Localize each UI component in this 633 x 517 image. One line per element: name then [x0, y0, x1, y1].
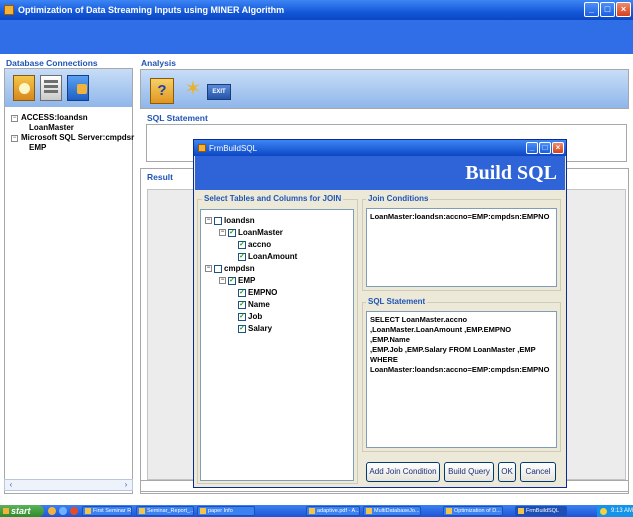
dialog-title-bar[interactable]: FrmBuildSQL _ □ ×: [194, 140, 566, 156]
task-multidatabase[interactable]: MultiDatabaseJo...: [363, 506, 421, 516]
collapse-icon[interactable]: −: [205, 265, 212, 272]
quick-launch: [48, 507, 78, 515]
dialog-minimize-button[interactable]: _: [526, 142, 538, 154]
checkbox-emp[interactable]: ✓: [228, 276, 236, 285]
db-tree: − ACCESS:loandsn LoanMaster − Microsoft …: [11, 113, 134, 153]
export-database-icon[interactable]: [67, 75, 89, 101]
header-band: [0, 20, 633, 54]
maximize-button[interactable]: □: [600, 2, 615, 17]
collapse-icon[interactable]: −: [205, 217, 212, 224]
checkbox-job[interactable]: ✓: [238, 312, 246, 321]
checkbox-cmpdsn[interactable]: [214, 264, 222, 273]
database-list-icon[interactable]: [40, 75, 62, 101]
checkbox-empno[interactable]: ✓: [238, 288, 246, 297]
task-adaptive-pdf[interactable]: adaptive.pdf - A...: [306, 506, 360, 516]
checkbox-name[interactable]: ✓: [238, 300, 246, 309]
task-optimization[interactable]: Optimization of D...: [443, 506, 503, 516]
add-join-condition-button[interactable]: Add Join Condition: [366, 462, 440, 482]
checkbox-loandsn[interactable]: [214, 216, 222, 225]
main-title-bar[interactable]: Optimization of Data Streaming Inputs us…: [0, 0, 633, 20]
tree-node-access[interactable]: − ACCESS:loandsn: [11, 113, 134, 123]
checkbox-salary[interactable]: ✓: [238, 324, 246, 333]
join-conditions-textbox[interactable]: LoanMaster:loandsn:accno=EMP:cmpdsn:EMPN…: [366, 208, 557, 287]
sql-statement-label: SQL Statement: [147, 113, 208, 123]
join-group-label: Join Conditions: [366, 194, 431, 203]
sql-statement-textbox[interactable]: SELECT LoanMaster.accno ,LoanMaster.Loan…: [366, 311, 557, 448]
build-sql-dialog: FrmBuildSQL _ □ × Build SQL Select Table…: [193, 139, 567, 488]
collapse-icon[interactable]: −: [11, 114, 18, 122]
minimize-button[interactable]: _: [584, 2, 599, 17]
system-tray-clock: 9:13 AM: [597, 505, 633, 517]
tree-node-sqlserver[interactable]: − Microsoft SQL Server:cmpdsr: [11, 133, 134, 143]
dialog-maximize-button[interactable]: □: [539, 142, 551, 154]
sql-group-label: SQL Statement: [366, 297, 428, 306]
tables-columns-tree[interactable]: − loandsn − ✓ LoanMaster ✓ accno ✓ LoanA…: [200, 209, 354, 481]
tables-group-label: Select Tables and Columns for JOIN: [202, 194, 344, 203]
taskbar: start First Seminar Re... Seminar_Report…: [0, 505, 633, 517]
tree-node-accno[interactable]: ✓ accno: [238, 240, 271, 249]
tree-node-empno[interactable]: ✓ EMPNO: [238, 288, 277, 297]
tree-node-loanmaster[interactable]: LoanMaster: [11, 123, 134, 133]
tree-node-loanamount[interactable]: ✓ LoanAmount: [238, 252, 297, 261]
window-controls: _ □ ×: [584, 2, 631, 17]
dialog-window-controls: _ □ ×: [526, 142, 564, 154]
app-icon: [4, 5, 14, 15]
build-query-button[interactable]: Build Query: [444, 462, 494, 482]
collapse-icon[interactable]: −: [219, 277, 226, 284]
magic-wand-icon[interactable]: ✶: [181, 74, 205, 104]
dialog-close-button[interactable]: ×: [552, 142, 564, 154]
ok-button[interactable]: OK: [498, 462, 516, 482]
db-horizontal-scrollbar[interactable]: ‹ ›: [4, 479, 133, 491]
window-title: Optimization of Data Streaming Inputs us…: [18, 5, 285, 15]
tree-node-name[interactable]: ✓ Name: [238, 300, 270, 309]
tree-node-loanmaster[interactable]: − ✓ LoanMaster: [219, 228, 283, 237]
build-sql-header: Build SQL: [195, 156, 565, 190]
browser-icon[interactable]: [59, 507, 67, 515]
checkbox-loanamount[interactable]: ✓: [238, 252, 246, 261]
checkbox-accno[interactable]: ✓: [238, 240, 246, 249]
exit-button[interactable]: EXIT: [207, 84, 231, 100]
collapse-icon[interactable]: −: [219, 229, 226, 236]
connect-database-icon[interactable]: [13, 75, 35, 101]
dialog-title: FrmBuildSQL: [209, 143, 258, 153]
scroll-left-icon[interactable]: ‹: [5, 480, 17, 490]
task-frmbuildsql[interactable]: FrmBuildSQL: [515, 506, 567, 516]
tree-node-loandsn[interactable]: − loandsn: [205, 216, 255, 225]
tree-node-job[interactable]: ✓ Job: [238, 312, 262, 321]
scroll-right-icon[interactable]: ›: [120, 480, 132, 490]
desktop-icon[interactable]: [48, 507, 56, 515]
start-button[interactable]: start: [0, 505, 44, 517]
close-button[interactable]: ×: [616, 2, 631, 17]
analysis-toolbar: ? ✶ EXIT: [140, 69, 629, 109]
task-seminar-report[interactable]: Seminar_Report_...: [136, 506, 194, 516]
media-icon[interactable]: [70, 507, 78, 515]
help-icon[interactable]: ?: [150, 78, 174, 104]
task-paper-info[interactable]: paper Info: [197, 506, 255, 516]
cancel-button[interactable]: Cancel: [520, 462, 556, 482]
tree-node-emp[interactable]: EMP: [11, 143, 134, 153]
db-panel-title: Database Connections: [6, 58, 98, 68]
tree-node-salary[interactable]: ✓ Salary: [238, 324, 272, 333]
dialog-app-icon: [198, 144, 206, 152]
db-toolbar: [5, 69, 132, 107]
task-first-seminar[interactable]: First Seminar Re...: [82, 506, 132, 516]
tree-node-cmpdsn[interactable]: − cmpdsn: [205, 264, 255, 273]
analysis-title: Analysis: [141, 58, 176, 68]
checkbox-loanmaster[interactable]: ✓: [228, 228, 236, 237]
collapse-icon[interactable]: −: [11, 134, 18, 142]
db-connections-panel: − ACCESS:loandsn LoanMaster − Microsoft …: [4, 68, 134, 494]
tree-node-emp[interactable]: − ✓ EMP: [219, 276, 255, 285]
